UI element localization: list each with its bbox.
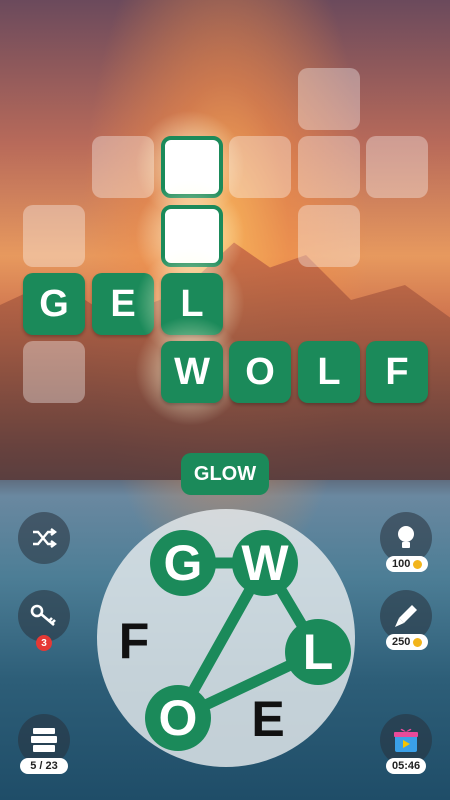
levels-progress: 5 / 23	[20, 758, 68, 774]
hint-cost: 100	[386, 556, 429, 572]
wheel-letter-o[interactable]: O	[145, 685, 211, 751]
wheel-letter-e[interactable]: E	[235, 686, 301, 752]
shuffle-button[interactable]	[18, 512, 70, 564]
rocket-icon	[395, 605, 417, 627]
wheel-letter-g[interactable]: G	[150, 530, 216, 596]
timer: 05:46	[386, 758, 427, 774]
wheel-letter-f[interactable]: F	[101, 608, 167, 674]
key-count-badge: 3	[36, 635, 52, 651]
key-icon	[30, 604, 56, 626]
hint-cost-value: 100	[392, 558, 411, 570]
books-icon	[31, 728, 57, 752]
wheel-letter-w[interactable]: W	[232, 530, 298, 596]
coin-icon	[413, 637, 423, 647]
coin-icon	[413, 559, 423, 569]
lightbulb-icon	[398, 526, 414, 548]
swipe-path	[172, 557, 324, 724]
wheel-letter-l[interactable]: L	[285, 619, 351, 685]
rocket-cost-value: 250	[392, 636, 411, 648]
gift-icon	[394, 728, 418, 752]
rocket-cost: 250	[386, 634, 429, 650]
shuffle-icon	[33, 528, 57, 548]
